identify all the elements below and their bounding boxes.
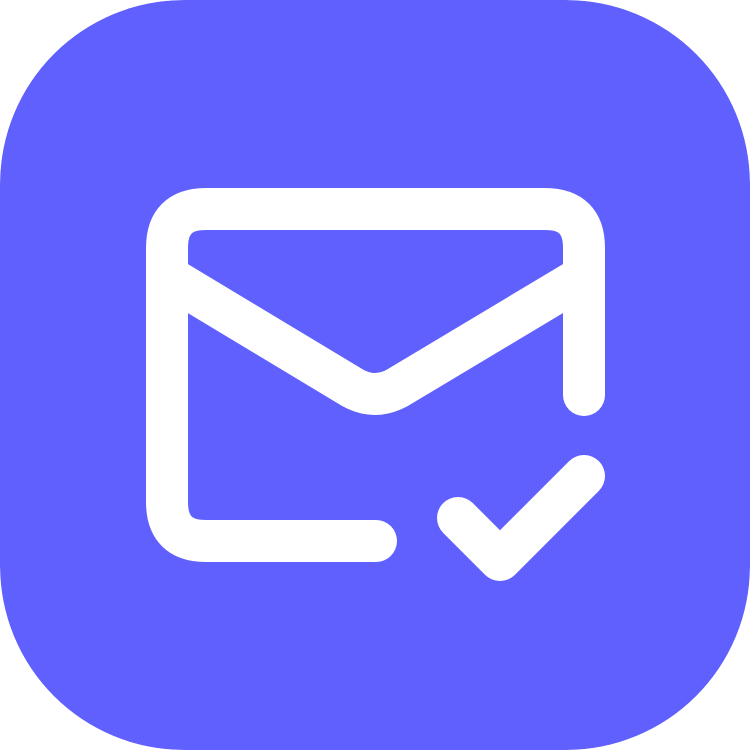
mail-check-icon — [0, 0, 750, 750]
app-icon-tile[interactable] — [0, 0, 750, 750]
